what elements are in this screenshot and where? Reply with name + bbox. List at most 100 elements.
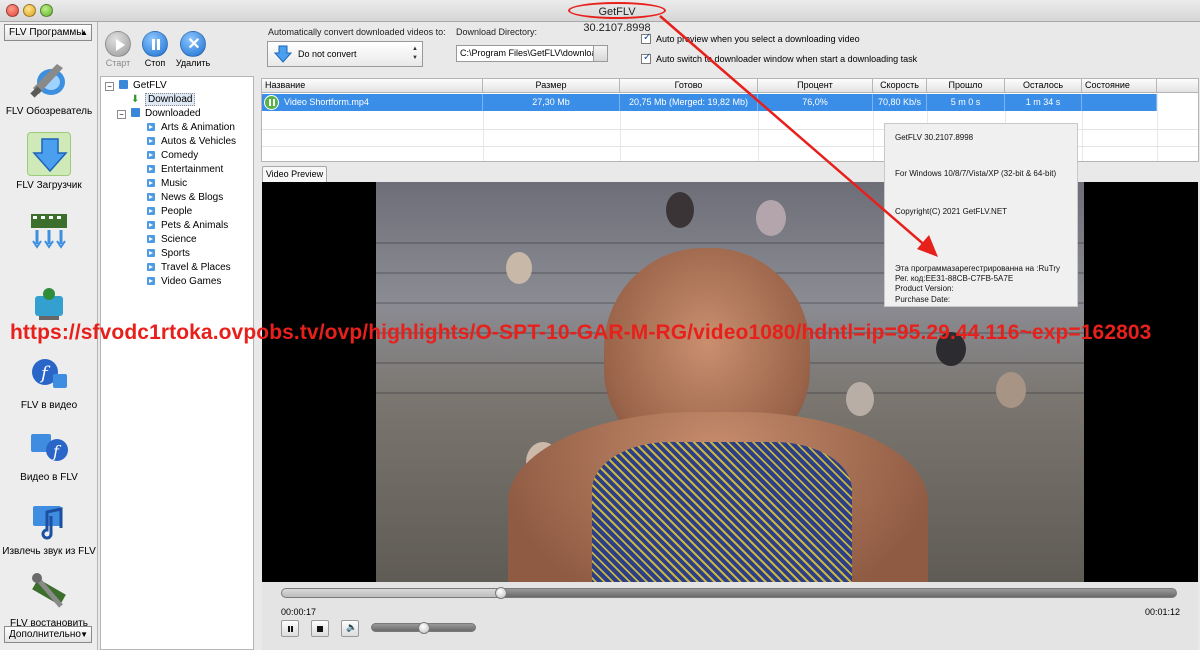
delete-icon: ✕ — [180, 31, 206, 57]
download-arrow-icon: ⬇ — [131, 94, 140, 105]
tree-category[interactable]: Arts & Animation — [147, 121, 235, 135]
tree-root[interactable]: − GetFLV — [105, 79, 167, 93]
about-reg-code: Рег. код:EE31-88CB-C7FB-5A7E — [895, 274, 1014, 283]
category-icon — [147, 123, 155, 131]
column-header-done[interactable]: Готово — [620, 79, 758, 93]
column-header-elapsed[interactable]: Прошло — [927, 79, 1005, 93]
seek-bar-handle[interactable] — [495, 587, 508, 599]
convert-label: Automatically convert downloaded videos … — [268, 27, 446, 37]
nav-video-to-flv-label: Видео в FLV — [20, 472, 78, 483]
table-row[interactable]: Video Shortform.mp4 27,30 Mb 20,75 Mb (M… — [262, 94, 1157, 111]
seek-bar[interactable] — [281, 587, 1177, 599]
about-version: GetFLV 30.2107.8998 — [895, 133, 974, 142]
more-dropdown[interactable]: Дополнительно ▼ — [4, 626, 92, 643]
pause-button[interactable] — [281, 620, 299, 637]
tree-category[interactable]: Comedy — [147, 149, 198, 163]
checkbox-checked-icon — [641, 52, 651, 64]
tree-category[interactable]: News & Blogs — [147, 191, 223, 205]
stop-button[interactable]: Стоп — [141, 31, 169, 68]
delete-button-label: Удалить — [175, 58, 211, 68]
nav-flv-browser-label: FLV Обозреватель — [5, 106, 93, 117]
volume-slider-handle[interactable] — [417, 622, 430, 634]
category-label: Entertainment — [161, 164, 224, 175]
column-header-size[interactable]: Размер — [483, 79, 620, 93]
tab-video-preview[interactable]: Video Preview — [262, 166, 327, 182]
tree-download[interactable]: ⬇ Download — [131, 93, 196, 107]
nav-film-convert[interactable] — [0, 208, 98, 256]
tree-category[interactable]: Video Games — [147, 275, 221, 289]
convert-select[interactable]: Do not convert ▲ ▼ — [267, 41, 423, 67]
start-button[interactable]: Старт — [104, 31, 132, 68]
category-label: Sports — [161, 248, 190, 259]
stop-button-label: Стоп — [144, 58, 166, 68]
convert-select-value: Do not convert — [298, 49, 357, 59]
nav-flv-downloader[interactable]: FLV Загрузчик — [0, 132, 98, 191]
stop-icon — [317, 626, 323, 632]
column-header-state[interactable]: Состояние — [1082, 79, 1157, 93]
mute-button[interactable]: 🔈 — [341, 620, 359, 637]
category-label: Pets & Animals — [161, 220, 229, 231]
tree-category[interactable]: Science — [147, 233, 197, 247]
maximize-window-button[interactable] — [40, 4, 53, 17]
category-label: Comedy — [161, 150, 199, 161]
category-tree: − GetFLV ⬇ Download − Downloaded Arts & Ani… — [100, 76, 254, 650]
volume-slider[interactable] — [371, 622, 476, 634]
about-purchase-date: Purchase Date: — [895, 295, 951, 304]
category-icon — [147, 277, 155, 285]
stop-playback-button[interactable] — [311, 620, 329, 637]
category-icon — [147, 137, 155, 145]
cell-remaining: 1 m 34 s — [1005, 94, 1082, 111]
tree-category[interactable]: Travel & Places — [147, 261, 231, 275]
downloader-icon — [27, 132, 71, 176]
category-icon — [147, 263, 155, 271]
category-icon — [147, 221, 155, 229]
category-label: News & Blogs — [161, 192, 224, 203]
category-label: Science — [161, 234, 197, 245]
nav-video-to-flv[interactable]: f Видео в FLV — [0, 424, 98, 483]
nav-extract-audio[interactable]: Извлечь звук из FLV — [0, 498, 98, 557]
category-label: Arts & Animation — [161, 122, 235, 133]
delete-button[interactable]: ✕ Удалить — [175, 31, 211, 68]
category-icon — [147, 151, 155, 159]
column-header-remaining[interactable]: Осталось — [1005, 79, 1082, 93]
speaker-icon: 🔈 — [346, 622, 358, 632]
cell-elapsed: 5 m 0 s — [927, 94, 1005, 111]
tree-category[interactable]: Music — [147, 177, 187, 191]
nav-flv-repair[interactable]: FLV востановить — [0, 570, 98, 629]
column-header-percent[interactable]: Процент — [758, 79, 873, 93]
tree-downloaded[interactable]: − Downloaded — [117, 107, 201, 121]
about-popup: GetFLV 30.2107.8998 For Windows 10/8/7/V… — [884, 123, 1078, 307]
auto-preview-checkbox[interactable]: Auto preview when you select a downloadi… — [641, 32, 860, 44]
category-icon — [147, 193, 155, 201]
about-registered: Эта программазарегестрированна на :RuTry — [895, 264, 1060, 273]
current-time: 00:00:17 — [281, 607, 317, 617]
column-header-name[interactable]: Название — [262, 79, 483, 93]
cell-percent: 76,0% — [758, 94, 873, 111]
auto-switch-checkbox[interactable]: Auto switch to downloader window when st… — [641, 52, 918, 64]
nav-flv-browser[interactable]: FLV Обозреватель — [0, 58, 98, 117]
programs-dropdown[interactable]: FLV Программы ▲ — [4, 24, 92, 41]
nav-flv-to-video[interactable]: f FLV в видео — [0, 352, 98, 411]
tree-category[interactable]: Pets & Animals — [147, 219, 228, 233]
title-bar: GetFLV 30.2107.8998 — [0, 0, 1200, 34]
browse-button[interactable] — [593, 46, 607, 61]
tree-category[interactable]: Entertainment — [147, 163, 223, 177]
about-copyright: Copyright(C) 2021 GetFLV.NET — [895, 207, 1008, 216]
cell-done: 20,75 Mb (Merged: 19,82 Mb) — [620, 94, 758, 111]
minimize-window-button[interactable] — [23, 4, 36, 17]
column-header-speed[interactable]: Скорость — [873, 79, 927, 93]
directory-input[interactable]: C:\Program Files\GetFLV\download — [456, 45, 608, 62]
collapse-icon[interactable]: − — [117, 110, 126, 119]
collapse-icon[interactable]: − — [105, 82, 114, 91]
tree-category[interactable]: People — [147, 205, 192, 219]
tree-category[interactable]: Sports — [147, 247, 190, 261]
nav-flv-to-video-label: FLV в видео — [20, 400, 78, 411]
pause-icon — [142, 31, 168, 57]
film-convert-icon — [27, 208, 71, 252]
auto-switch-label: Auto switch to downloader window when st… — [656, 54, 918, 64]
close-window-button[interactable] — [6, 4, 19, 17]
category-icon — [147, 179, 155, 187]
start-button-label: Старт — [105, 58, 131, 68]
tree-category[interactable]: Autos & Vehicles — [147, 135, 236, 149]
extract-audio-icon — [27, 498, 71, 542]
